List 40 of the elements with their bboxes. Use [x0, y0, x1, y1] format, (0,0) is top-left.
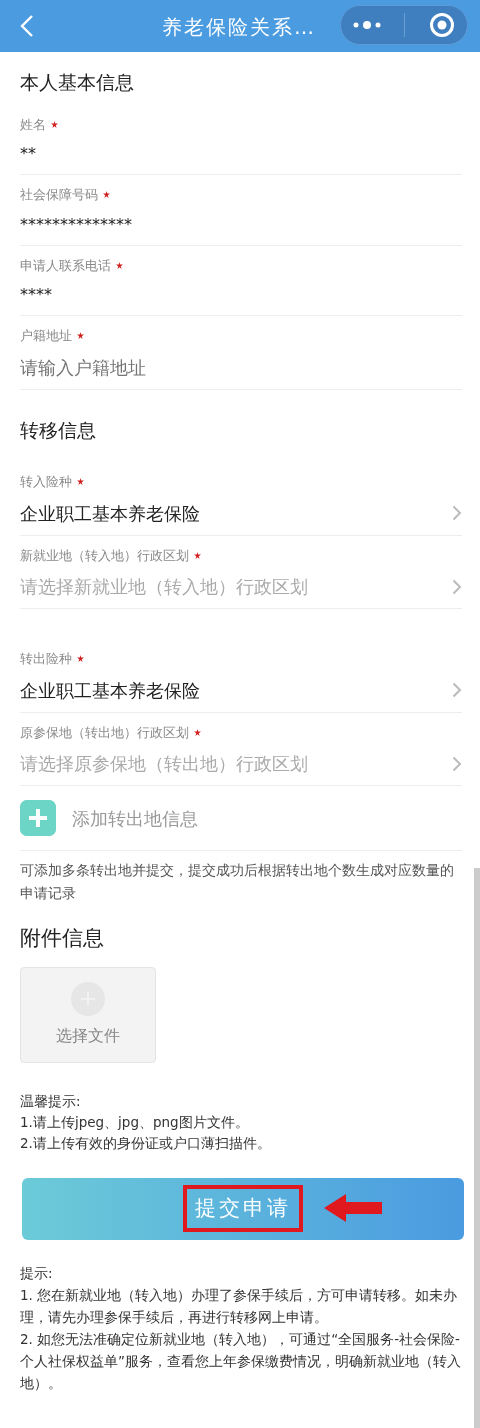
- page-title: 养老保险关系…: [162, 14, 316, 41]
- chevron-icon: [452, 578, 462, 595]
- field-value: **************: [20, 213, 132, 236]
- add-row[interactable]: 添加转出地信息: [20, 786, 462, 851]
- select-value[interactable]: 企业职工基本养老保险: [20, 676, 200, 704]
- field-label: 新就业地（转入地）行政区划: [20, 546, 189, 565]
- field-label: 户籍地址: [20, 327, 72, 345]
- field-label: 社会保障号码: [20, 186, 98, 204]
- address-input[interactable]: 请输入户籍地址: [20, 353, 462, 381]
- hint-text: 1. 您在新就业地（转入地）办理了参保手续后，方可申请转移。如未办理，请先办理参保手续后，再进行转移网上申请。: [20, 1285, 459, 1327]
- field-value: **: [20, 143, 36, 165]
- select-placeholder[interactable]: 请选择原参保地（转出地）行政区划: [20, 750, 308, 777]
- field-label: 申请人联系电话: [20, 256, 111, 275]
- chevron-icon: [452, 505, 462, 521]
- scrollbar[interactable]: [474, 868, 480, 1428]
- select-value[interactable]: 企业职工基本养老保险: [20, 499, 200, 527]
- field-label: 转出险种: [20, 650, 72, 668]
- plus-icon: [20, 800, 56, 836]
- section-title: 本人基本信息: [20, 70, 135, 95]
- field-label: 姓名: [20, 115, 46, 134]
- field-label: 原参保地（转出地）行政区划: [20, 723, 189, 742]
- field-value: ****: [20, 284, 52, 306]
- tip-text: 温馨提示:: [20, 1091, 82, 1111]
- chevron-icon: [452, 755, 462, 772]
- field-label: 转入险种: [20, 473, 72, 491]
- chevron-icon: [452, 682, 462, 698]
- section-title: 转移信息: [20, 417, 97, 443]
- close-icon[interactable]: [429, 12, 456, 38]
- note-text: 可添加多条转出地并提交，提交成功后根据转出地个数生成对应数量的申请记录: [20, 861, 455, 903]
- add-label: 添加转出地信息: [72, 806, 198, 831]
- tip-text: 2.请上传有效的身份证或户口薄扫描件。: [20, 1133, 272, 1153]
- section-title: 附件信息: [20, 925, 105, 952]
- tip-text: 1.请上传jpeg、jpg、png图片文件。: [20, 1112, 250, 1132]
- submit-button[interactable]: 提交申请: [22, 1177, 464, 1240]
- back-icon[interactable]: [20, 14, 34, 38]
- more-icon[interactable]: [352, 20, 381, 30]
- hint-text: 提示:: [20, 1263, 54, 1283]
- select-placeholder[interactable]: 请选择新就业地（转入地）行政区划: [20, 573, 308, 600]
- upload-button[interactable]: 选择文件: [20, 966, 156, 1063]
- hint-text: 2. 如您无法准确定位新就业地（转入地），可通过“全国服务-社会保险-个人社保权益单”服务，查看您上年参保缴费情况，明确新就业地（转入地）。: [20, 1329, 462, 1393]
